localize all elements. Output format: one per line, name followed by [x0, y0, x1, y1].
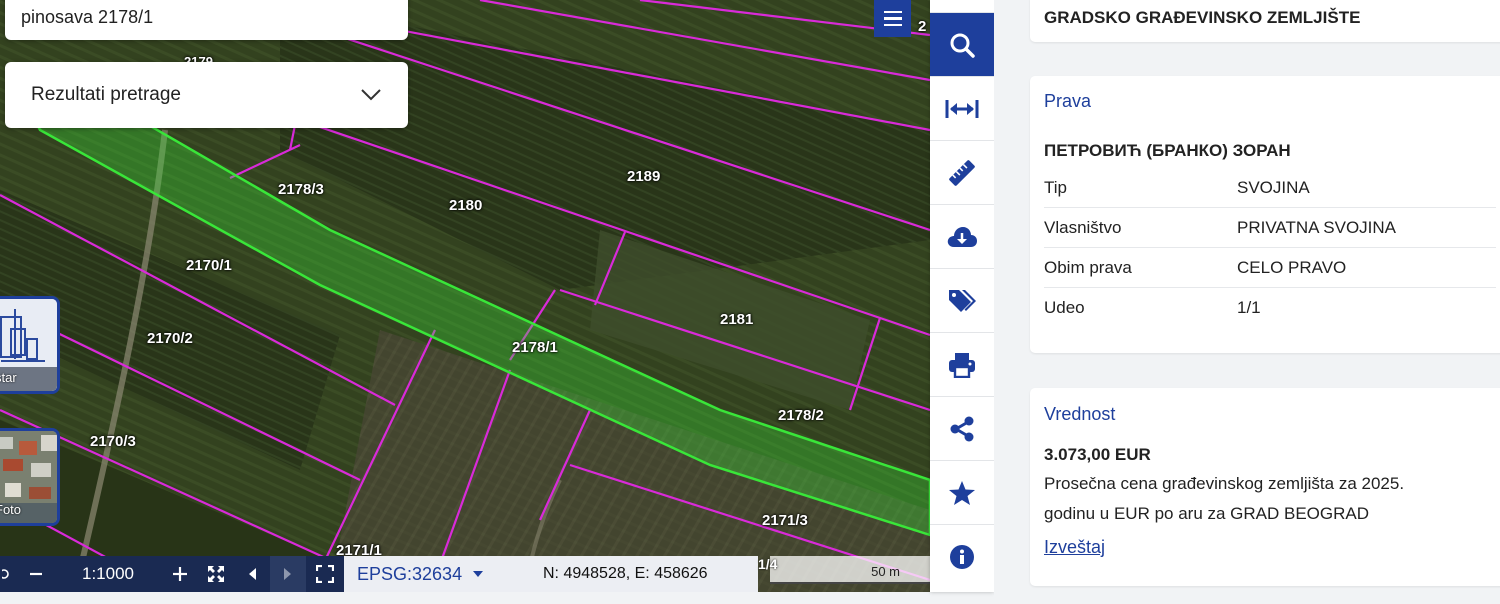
tool-tags-button[interactable]	[930, 269, 994, 333]
layer-photo-button[interactable]: Foto	[0, 428, 60, 526]
parcel-label: 1/4	[758, 556, 778, 572]
coordinates-value: N: 4948528, E: 458626	[543, 565, 708, 582]
info-icon	[950, 545, 974, 569]
hamburger-menu-button[interactable]	[874, 0, 911, 37]
map-toolbar	[930, 0, 994, 592]
projection-selector[interactable]: EPSG:32634	[344, 556, 528, 592]
caret-down-icon	[473, 571, 484, 577]
prava-key: Udeo	[1044, 298, 1085, 317]
minus-icon	[30, 572, 42, 576]
share-icon	[950, 416, 974, 441]
prava-row: Obim prava CELO PRAVO	[1044, 248, 1496, 288]
prava-key: Obim prava	[1044, 257, 1132, 277]
search-icon	[950, 33, 975, 58]
zoom-out-button[interactable]	[18, 556, 54, 592]
previous-extent-button[interactable]	[234, 556, 270, 592]
full-extent-button[interactable]	[198, 556, 234, 592]
fullscreen-icon	[316, 565, 334, 583]
parcel-label: 2178/1	[512, 339, 558, 356]
toolbar-spacer	[930, 0, 994, 13]
prava-title: Prava	[1044, 91, 1092, 111]
parcel-label: 2181	[720, 311, 754, 328]
prava-row: Tip SVOJINA	[1044, 168, 1496, 208]
prava-key: Tip	[1044, 177, 1067, 197]
ruler-icon	[949, 159, 975, 186]
parcel-label: 2189	[627, 168, 661, 185]
tool-search-button[interactable]	[930, 13, 994, 77]
tool-favorites-button[interactable]	[930, 461, 994, 525]
tool-measure-distance-button[interactable]	[930, 77, 994, 141]
menu-bar	[883, 23, 902, 27]
land-type-text: GRADSKO GRAĐEVINSKO ZEMLJIŠTE	[1044, 8, 1361, 27]
prava-value: 1/1	[1237, 298, 1261, 317]
vrednost-card: Vrednost 3.073,00 EUR Prosečna cena građ…	[1030, 388, 1500, 586]
prava-card: Prava ПЕТРОВИЋ (БРАНКО) ЗОРАН Tip SVOJIN…	[1030, 76, 1500, 353]
parcel-label: 2171/3	[762, 512, 808, 529]
projection-value: EPSG:32634	[357, 563, 463, 584]
next-extent-button[interactable]	[270, 556, 306, 592]
zoom-in-button[interactable]	[162, 556, 198, 592]
value-description-line: godinu u EUR po aru za GRAD BEOGRAD	[1044, 504, 1370, 523]
value-description-line: Prosečna cena građevinskog zemljišta za …	[1044, 474, 1405, 493]
vrednost-title: Vrednost	[1044, 404, 1116, 424]
prava-table: Tip SVOJINA Vlasništvo PRIVATNA SVOJINA …	[1044, 168, 1496, 328]
parcel-label: 2178/2	[778, 407, 824, 424]
map-controls-bar: 1:1000	[0, 556, 344, 592]
parcel-details-panel: GRADSKO GRAĐEVINSKO ZEMLJIŠTE Prava ПЕТР…	[994, 0, 1500, 604]
search-input[interactable]: pinosava 2178/1	[5, 0, 408, 40]
tool-download-button[interactable]	[930, 205, 994, 269]
star-icon	[949, 480, 975, 505]
prava-row: Vlasništvo PRIVATNA SVOJINA	[1044, 208, 1496, 248]
tool-share-button[interactable]	[930, 397, 994, 461]
scale-bar-label: 50 m	[871, 564, 900, 579]
tool-info-button[interactable]	[930, 525, 994, 589]
prava-value: SVOJINA	[1237, 177, 1310, 197]
map-view[interactable]: 2178/3 2180 2189 2170/1 2170/2 2181 2178…	[0, 0, 930, 592]
land-type-card: GRADSKO GRAĐEVINSKO ZEMLJIŠTE	[1030, 0, 1500, 42]
caret-left-icon	[249, 568, 256, 580]
prava-value: CELO PRAVO	[1237, 257, 1347, 277]
parcel-label: 2180	[449, 197, 483, 214]
cloud-download-icon	[947, 226, 977, 247]
parcel-label: 2170/2	[147, 330, 193, 347]
caret-right-icon	[284, 568, 291, 580]
prava-row: Udeo 1/1	[1044, 288, 1496, 328]
value-amount: 3.073,00 EUR	[1044, 445, 1151, 464]
app-root: 2178/3 2180 2189 2170/1 2170/2 2181 2178…	[0, 0, 1500, 604]
menu-bar	[883, 10, 902, 14]
locate-button[interactable]	[0, 556, 18, 592]
scale-display[interactable]: 1:1000	[54, 556, 162, 592]
scale-bar: 1/4 50 m	[758, 556, 930, 584]
coordinates-readout: N: 4948528, E: 458626	[528, 556, 758, 592]
locate-icon	[2, 569, 9, 579]
report-link[interactable]: Izveštaj	[1044, 537, 1105, 557]
prava-value: PRIVATNA SVOJINA	[1237, 217, 1397, 237]
parcel-label: 2178/3	[278, 181, 324, 198]
search-results-label: Rezultati pretrage	[31, 84, 181, 105]
tags-icon	[949, 289, 976, 312]
plus-icon	[173, 567, 187, 581]
search-results-dropdown[interactable]: Rezultati pretrage	[5, 62, 408, 128]
chevron-down-icon	[361, 89, 381, 101]
photo-caption: Foto	[0, 502, 22, 517]
tool-print-button[interactable]	[930, 333, 994, 397]
print-icon	[949, 352, 975, 378]
prava-key: Vlasništvo	[1044, 217, 1122, 237]
arrows-horizontal-icon	[945, 99, 979, 118]
expand-arrows-icon	[208, 566, 224, 582]
fullscreen-button[interactable]	[306, 556, 344, 592]
cadastre-caption: star	[0, 370, 17, 385]
owner-name: ПЕТРОВИЋ (БРАНКО) ЗОРАН	[1044, 141, 1291, 160]
parcel-label: 2	[918, 18, 927, 35]
layer-cadastre-button[interactable]: star	[0, 296, 60, 394]
parcel-label: 2170/1	[186, 257, 232, 274]
menu-bar	[883, 17, 902, 20]
search-value: pinosava 2178/1	[21, 6, 154, 27]
tool-ruler-button[interactable]	[930, 141, 994, 205]
parcel-label: 2170/3	[90, 433, 136, 450]
value-description: Prosečna cena građevinskog zemljišta za …	[1044, 469, 1496, 529]
